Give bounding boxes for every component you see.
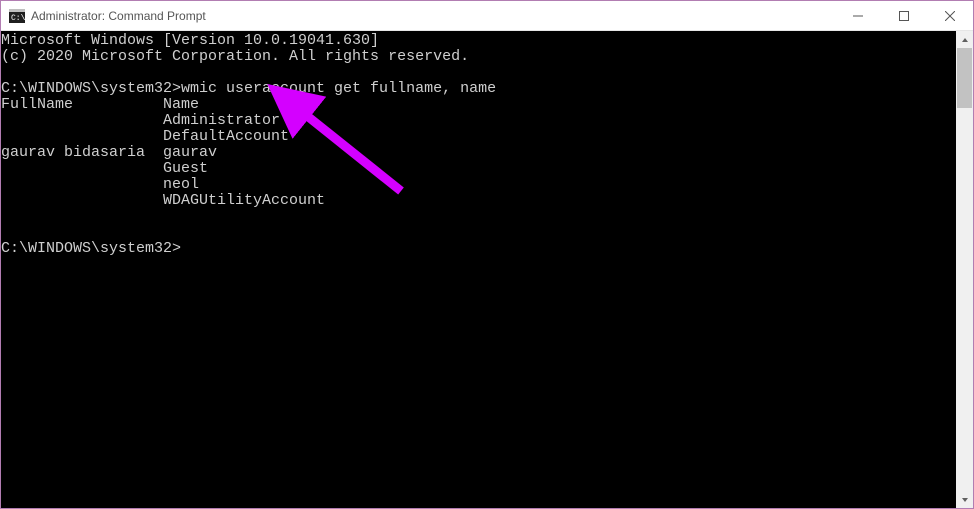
console-line: Guest — [1, 161, 956, 177]
console-line: FullName Name — [1, 97, 956, 113]
vertical-scrollbar[interactable] — [956, 31, 973, 508]
client-area: Microsoft Windows [Version 10.0.19041.63… — [1, 31, 973, 508]
app-window: C:\ Administrator: Command Prompt Micros… — [0, 0, 974, 509]
chevron-down-icon — [961, 496, 969, 504]
maximize-button[interactable] — [881, 1, 927, 31]
minimize-icon — [853, 11, 863, 21]
console-output[interactable]: Microsoft Windows [Version 10.0.19041.63… — [1, 31, 956, 508]
console-line: Administrator — [1, 113, 956, 129]
console-line: gaurav bidasaria gaurav — [1, 145, 956, 161]
cmd-icon: C:\ — [9, 8, 25, 24]
close-icon — [945, 11, 955, 21]
svg-text:C:\: C:\ — [11, 14, 25, 23]
console-line: WDAGUtilityAccount — [1, 193, 956, 209]
scroll-down-button[interactable] — [956, 491, 973, 508]
console-line — [1, 225, 956, 241]
console-line: neol — [1, 177, 956, 193]
scrollbar-thumb[interactable] — [957, 48, 972, 108]
console-line: C:\WINDOWS\system32> — [1, 241, 956, 257]
console-line — [1, 65, 956, 81]
window-title: Administrator: Command Prompt — [31, 9, 206, 23]
console-line: Microsoft Windows [Version 10.0.19041.63… — [1, 33, 956, 49]
minimize-button[interactable] — [835, 1, 881, 31]
titlebar[interactable]: C:\ Administrator: Command Prompt — [1, 1, 973, 31]
console-line: C:\WINDOWS\system32>wmic useraccount get… — [1, 81, 956, 97]
close-button[interactable] — [927, 1, 973, 31]
scroll-up-button[interactable] — [956, 31, 973, 48]
console-line — [1, 209, 956, 225]
chevron-up-icon — [961, 36, 969, 44]
console-line: (c) 2020 Microsoft Corporation. All righ… — [1, 49, 956, 65]
maximize-icon — [899, 11, 909, 21]
console-line: DefaultAccount — [1, 129, 956, 145]
